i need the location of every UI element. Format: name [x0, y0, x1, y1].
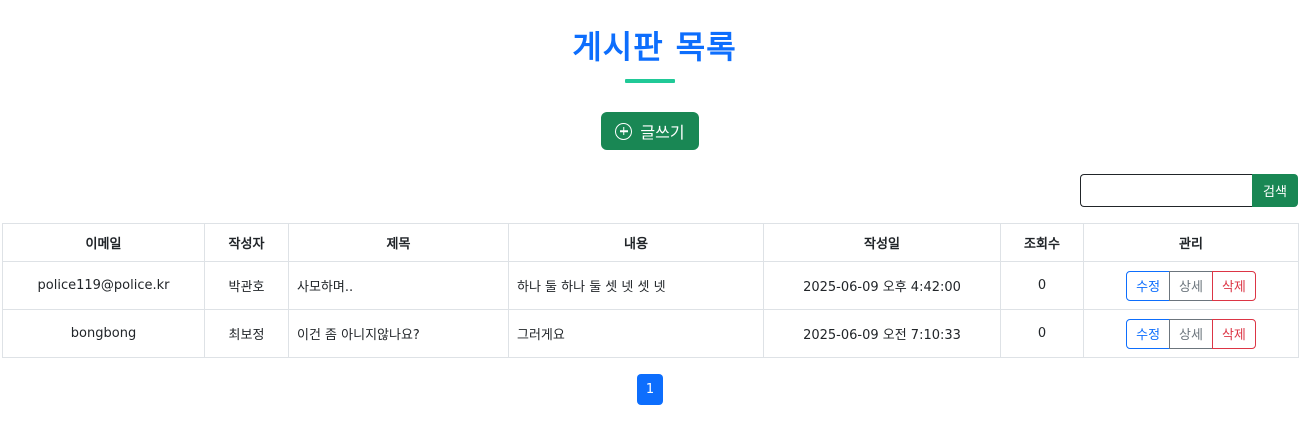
cell-content: 그러게요 [508, 309, 764, 358]
edit-button[interactable]: 수정 [1126, 270, 1171, 301]
table-header-row: 이메일 작성자 제목 내용 작성일 조회수 관리 [2, 223, 1299, 262]
cell-views: 0 [1000, 309, 1084, 358]
detail-button[interactable]: 상세 [1169, 318, 1213, 349]
cell-date: 2025-06-09 오후 4:42:00 [763, 261, 1001, 310]
plus-circle-icon [615, 122, 633, 140]
cell-actions: 수정 상세 삭제 [1083, 261, 1299, 310]
cell-author: 박관호 [204, 261, 289, 310]
row-action-group: 수정 상세 삭제 [1126, 318, 1256, 349]
cell-email: police119@police.kr [2, 261, 205, 310]
search-input[interactable] [1080, 174, 1252, 207]
delete-button[interactable]: 삭제 [1211, 318, 1256, 349]
column-header-content: 내용 [508, 223, 764, 262]
title-underline [625, 79, 675, 83]
post-table: 이메일 작성자 제목 내용 작성일 조회수 관리 police119@polic… [2, 223, 1299, 358]
table-row: police119@police.kr 박관호 사모하며.. 하나 둘 하나 둘… [2, 261, 1299, 310]
page-title: 게시판 목록 [572, 28, 737, 66]
column-header-title: 제목 [288, 223, 509, 262]
write-post-button[interactable]: 글쓰기 [601, 112, 699, 150]
cell-content: 하나 둘 하나 둘 셋 넷 셋 넷 [508, 261, 764, 310]
cell-actions: 수정 상세 삭제 [1083, 309, 1299, 358]
pagination-page-1[interactable]: 1 [637, 374, 663, 405]
cell-title: 사모하며.. [288, 261, 509, 310]
detail-button[interactable]: 상세 [1169, 270, 1213, 301]
table-row: bongbong 최보정 이건 좀 아니지않나요? 그러게요 2025-06-0… [2, 309, 1299, 358]
column-header-email: 이메일 [2, 223, 205, 262]
edit-button[interactable]: 수정 [1126, 318, 1171, 349]
search-button[interactable]: 검색 [1252, 174, 1298, 207]
cell-title: 이건 좀 아니지않나요? [288, 309, 509, 358]
column-header-author: 작성자 [204, 223, 289, 262]
row-action-group: 수정 상세 삭제 [1126, 270, 1256, 301]
cell-author: 최보정 [204, 309, 289, 358]
delete-button[interactable]: 삭제 [1211, 270, 1256, 301]
write-button-label: 글쓰기 [640, 123, 685, 142]
cell-email: bongbong [2, 309, 205, 358]
cell-date: 2025-06-09 오전 7:10:33 [763, 309, 1001, 358]
column-header-date: 작성일 [763, 223, 1001, 262]
column-header-views: 조회수 [1000, 223, 1084, 262]
column-header-manage: 관리 [1083, 223, 1299, 262]
cell-views: 0 [1000, 261, 1084, 310]
